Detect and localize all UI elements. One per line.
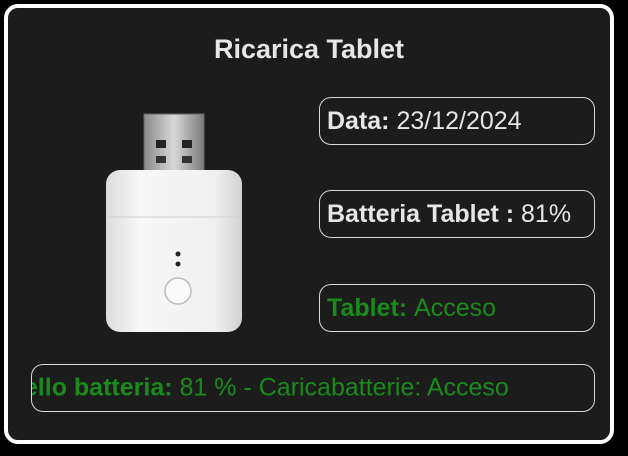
tablet-value: Acceso bbox=[414, 293, 497, 322]
battery-value: 81% bbox=[521, 199, 572, 228]
battery-label: Batteria Tablet : bbox=[327, 199, 515, 228]
tablet-status-pill: Tablet: Acceso bbox=[319, 284, 595, 332]
usb-charger-image bbox=[106, 113, 242, 332]
marquee-text: vello batteria: 81 % - Caricabatterie: A… bbox=[32, 373, 509, 403]
tablet-charging-card: Ricarica Tablet Data: 23/12/2024 Batteri… bbox=[4, 4, 614, 444]
date-value: 23/12/2024 bbox=[396, 106, 522, 135]
date-pill: Data: 23/12/2024 bbox=[319, 97, 595, 145]
marquee-value: 81 % - Caricabatterie: Acceso bbox=[179, 373, 509, 402]
date-label: Data: bbox=[327, 106, 390, 135]
tablet-label: Tablet: bbox=[327, 293, 408, 322]
card-title: Ricarica Tablet bbox=[213, 34, 405, 64]
battery-marquee-pill: vello batteria: 81 % - Caricabatterie: A… bbox=[31, 364, 595, 412]
battery-pill: Batteria Tablet : 81% bbox=[319, 190, 595, 238]
marquee-label: vello batteria: bbox=[32, 373, 173, 402]
